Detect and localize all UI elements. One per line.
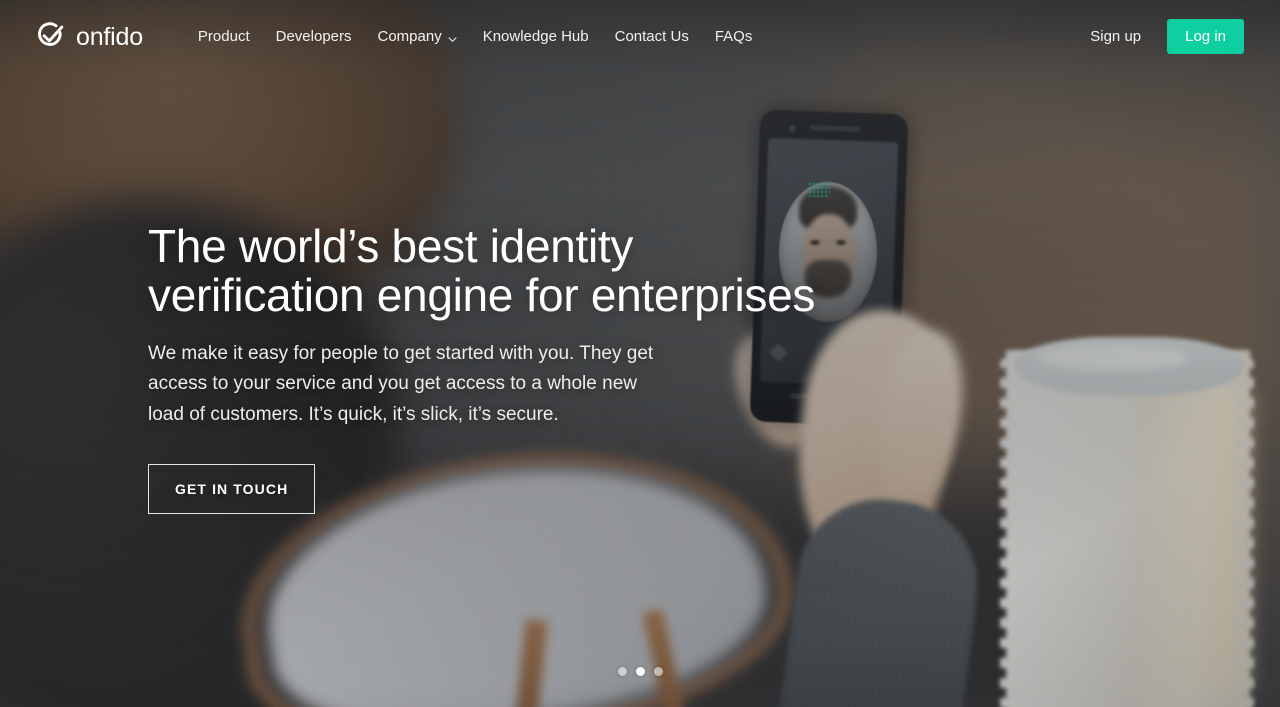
- get-in-touch-button[interactable]: GET IN TOUCH: [148, 463, 316, 514]
- main-navigation: Product Developers Company Knowledge Hub…: [185, 19, 765, 54]
- site-header: onfido Product Developers Company Knowle…: [0, 0, 1280, 72]
- nav-item-label: Company: [377, 27, 442, 45]
- nav-item-developers[interactable]: Developers: [263, 19, 365, 54]
- hero-subheadline: We make it easy for people to get starte…: [148, 342, 654, 426]
- carousel-dot-1[interactable]: [617, 667, 627, 676]
- nav-item-label: Developers: [275, 27, 352, 45]
- hero-copy-block: The world’s best identity verification e…: [148, 222, 868, 514]
- carousel-dot-2[interactable]: [635, 667, 645, 676]
- nav-item-label: Contact Us: [614, 27, 689, 45]
- brand-logo-link[interactable]: onfido: [36, 21, 143, 51]
- nav-item-label: FAQs: [714, 27, 753, 45]
- nav-item-contact-us[interactable]: Contact Us: [602, 19, 702, 54]
- chevron-down-icon: [448, 32, 457, 42]
- circle-check-icon: [36, 21, 66, 51]
- nav-item-faqs[interactable]: FAQs: [702, 19, 766, 54]
- nav-item-label: Product: [197, 27, 250, 45]
- carousel-dot-3[interactable]: [653, 667, 663, 676]
- hero-section: onfido Product Developers Company Knowle…: [0, 0, 1280, 707]
- hero-headline: The world’s best identity verification e…: [148, 220, 816, 321]
- nav-item-label: Knowledge Hub: [482, 27, 589, 45]
- nav-item-knowledge-hub[interactable]: Knowledge Hub: [470, 19, 602, 54]
- nav-item-product[interactable]: Product: [185, 19, 263, 54]
- nav-item-company[interactable]: Company: [365, 19, 470, 54]
- carousel-pagination: [0, 667, 1280, 676]
- brand-name: onfido: [76, 22, 143, 51]
- log-in-button[interactable]: Log in: [1167, 18, 1244, 54]
- sign-up-link[interactable]: Sign up: [1076, 19, 1155, 54]
